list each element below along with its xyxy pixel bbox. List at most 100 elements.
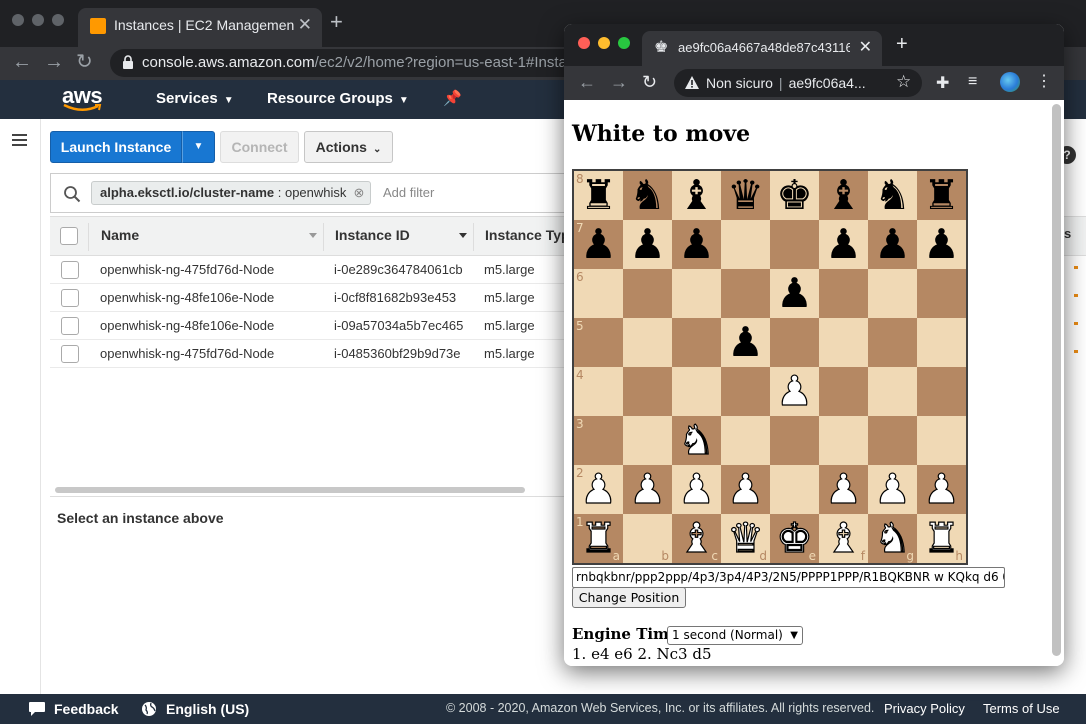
square-a1[interactable]: 1 a ♜ [574,513,623,563]
square-h5[interactable] [917,318,966,367]
square-d4[interactable] [721,367,770,416]
square-e6[interactable]: ♟ [770,269,819,318]
square-a3[interactable]: 3 [574,416,623,465]
feedback-link[interactable]: Feedback [54,701,119,717]
address-bar[interactable]: Non sicuro | ae9fc06a4... [674,69,922,97]
square-g1[interactable]: g ♞ [868,513,917,563]
black-queen-icon[interactable]: ♛ [721,171,770,220]
column-header-instance-id[interactable]: Instance ID [335,227,410,243]
square-h1[interactable]: h ♜ [917,513,966,563]
white-bishop-icon[interactable]: ♝ [672,513,721,563]
black-bishop-icon[interactable]: ♝ [819,171,868,220]
square-e4[interactable]: ♟ [770,366,819,416]
square-d3[interactable] [721,416,770,465]
square-a5[interactable]: 5 [574,318,623,367]
white-rook-icon[interactable]: ♜ [574,513,623,563]
connect-button[interactable]: Connect [220,131,299,163]
new-tab-icon[interactable]: + [330,11,343,33]
square-b7[interactable]: ♟ [623,220,672,269]
white-king-icon[interactable]: ♚ [770,513,819,563]
square-b5[interactable] [623,318,672,367]
square-g5[interactable] [868,318,917,367]
square-f3[interactable] [819,416,868,465]
zoom-window-dot[interactable] [52,14,64,26]
close-window-dot[interactable] [12,14,24,26]
square-a8[interactable]: 8 ♜ [574,171,623,220]
square-e8[interactable]: ♚ [770,171,819,220]
vertical-scrollbar[interactable] [1052,104,1061,656]
black-pawn-icon[interactable]: ♟ [868,220,917,269]
filter-bar[interactable]: alpha.eksctl.io/cluster-name : openwhisk… [50,173,590,213]
details-divider[interactable] [50,496,590,497]
white-pawn-icon[interactable]: ♟ [819,464,868,514]
square-b6[interactable] [623,269,672,318]
bookmark-star-icon[interactable]: ☆ [896,72,911,92]
fen-input[interactable]: rnbqkbnr/ppp2ppp/4p3/3p4/4P3/2N5/PPPP1PP… [572,567,1005,588]
square-c7[interactable]: ♟ [672,220,721,269]
square-b3[interactable] [623,416,672,465]
square-b8[interactable]: ♞ [623,171,672,220]
media-queue-icon[interactable]: ≡ [968,73,977,91]
square-g8[interactable]: ♞ [868,171,917,220]
white-knight-icon[interactable]: ♞ [868,513,917,563]
pin-icon[interactable]: 📌 [443,89,462,107]
new-tab-icon[interactable]: + [896,34,908,54]
square-a2[interactable]: 2 ♟ [574,464,623,514]
remove-filter-icon[interactable]: ⊗ [354,182,365,204]
square-e3[interactable] [770,416,819,465]
square-f6[interactable] [819,269,868,318]
square-d1[interactable]: d ♛ [721,513,770,563]
square-f4[interactable] [819,367,868,416]
launch-dropdown-button[interactable]: ▼ [182,131,215,163]
square-a4[interactable]: 4 [574,367,623,416]
terms-of-use-link[interactable]: Terms of Use [983,701,1060,716]
square-h7[interactable]: ♟ [917,220,966,269]
square-a6[interactable]: 6 [574,269,623,318]
white-pawn-icon[interactable]: ♟ [868,464,917,514]
square-d8[interactable]: ♛ [721,171,770,220]
zoom-window-dot[interactable] [618,37,630,49]
square-h3[interactable] [917,416,966,465]
chess-board[interactable]: 8 ♜ ♞ ♝ ♛ ♚ ♝ ♞ ♜ 7 ♟ ♟ ♟ ♟ ♟ ♟ 6 ♟ 5 ♟ 4 ♟ 3 ♞ 2 ♟ ♟ ♟ ♟ ♟ ♟ ♟ 1 a ♜ b c ♝ d ♛… [572,169,968,565]
square-g6[interactable] [868,269,917,318]
privacy-policy-link[interactable]: Privacy Policy [884,701,965,716]
row-checkbox[interactable] [61,289,79,307]
table-row[interactable]: openwhisk-ng-475fd76d-Node i-0485360bf29… [50,340,590,368]
square-d6[interactable] [721,269,770,318]
column-header-instance-type[interactable]: Instance Typ [485,227,570,243]
white-pawn-icon[interactable]: ♟ [770,366,819,416]
square-e5[interactable] [770,318,819,367]
square-b1[interactable]: b [623,514,672,563]
minimize-window-dot[interactable] [598,37,610,49]
black-pawn-icon[interactable]: ♟ [574,220,623,269]
square-d5[interactable]: ♟ [721,318,770,367]
tab-ec2-instances[interactable]: Instances | EC2 Management C ✕ [78,8,322,47]
forward-arrow-icon[interactable]: → [44,50,64,74]
engine-time-select[interactable]: 1 second (Normal) ▼ [667,626,803,645]
black-pawn-icon[interactable]: ♟ [917,220,966,269]
hamburger-menu-icon[interactable] [12,134,27,146]
kebab-menu-icon[interactable]: ⋮ [1036,72,1052,92]
back-arrow-icon[interactable]: ← [12,50,32,74]
launch-instance-button[interactable]: Launch Instance [50,131,182,163]
aws-logo[interactable]: aws [60,83,104,113]
square-c4[interactable] [672,367,721,416]
square-c3[interactable]: ♞ [672,415,721,465]
black-pawn-icon[interactable]: ♟ [623,220,672,269]
black-pawn-icon[interactable]: ♟ [672,220,721,269]
white-rook-icon[interactable]: ♜ [917,513,966,563]
column-header-name[interactable]: Name [101,227,139,243]
reload-icon[interactable]: ↻ [642,71,657,93]
square-g2[interactable]: ♟ [868,464,917,514]
horizontal-scrollbar[interactable] [55,487,525,493]
table-row[interactable]: openwhisk-ng-475fd76d-Node i-0e289c36478… [50,256,590,284]
square-b2[interactable]: ♟ [623,464,672,514]
square-f7[interactable]: ♟ [819,220,868,269]
black-rook-icon[interactable]: ♜ [574,171,623,220]
square-h8[interactable]: ♜ [917,171,966,220]
tab-close-icon[interactable]: ✕ [298,15,312,35]
square-c2[interactable]: ♟ [672,464,721,514]
square-d7[interactable] [721,220,770,269]
table-row[interactable]: openwhisk-ng-48fe106e-Node i-0cf8f81682b… [50,284,590,312]
forward-arrow-icon[interactable]: → [610,71,628,93]
